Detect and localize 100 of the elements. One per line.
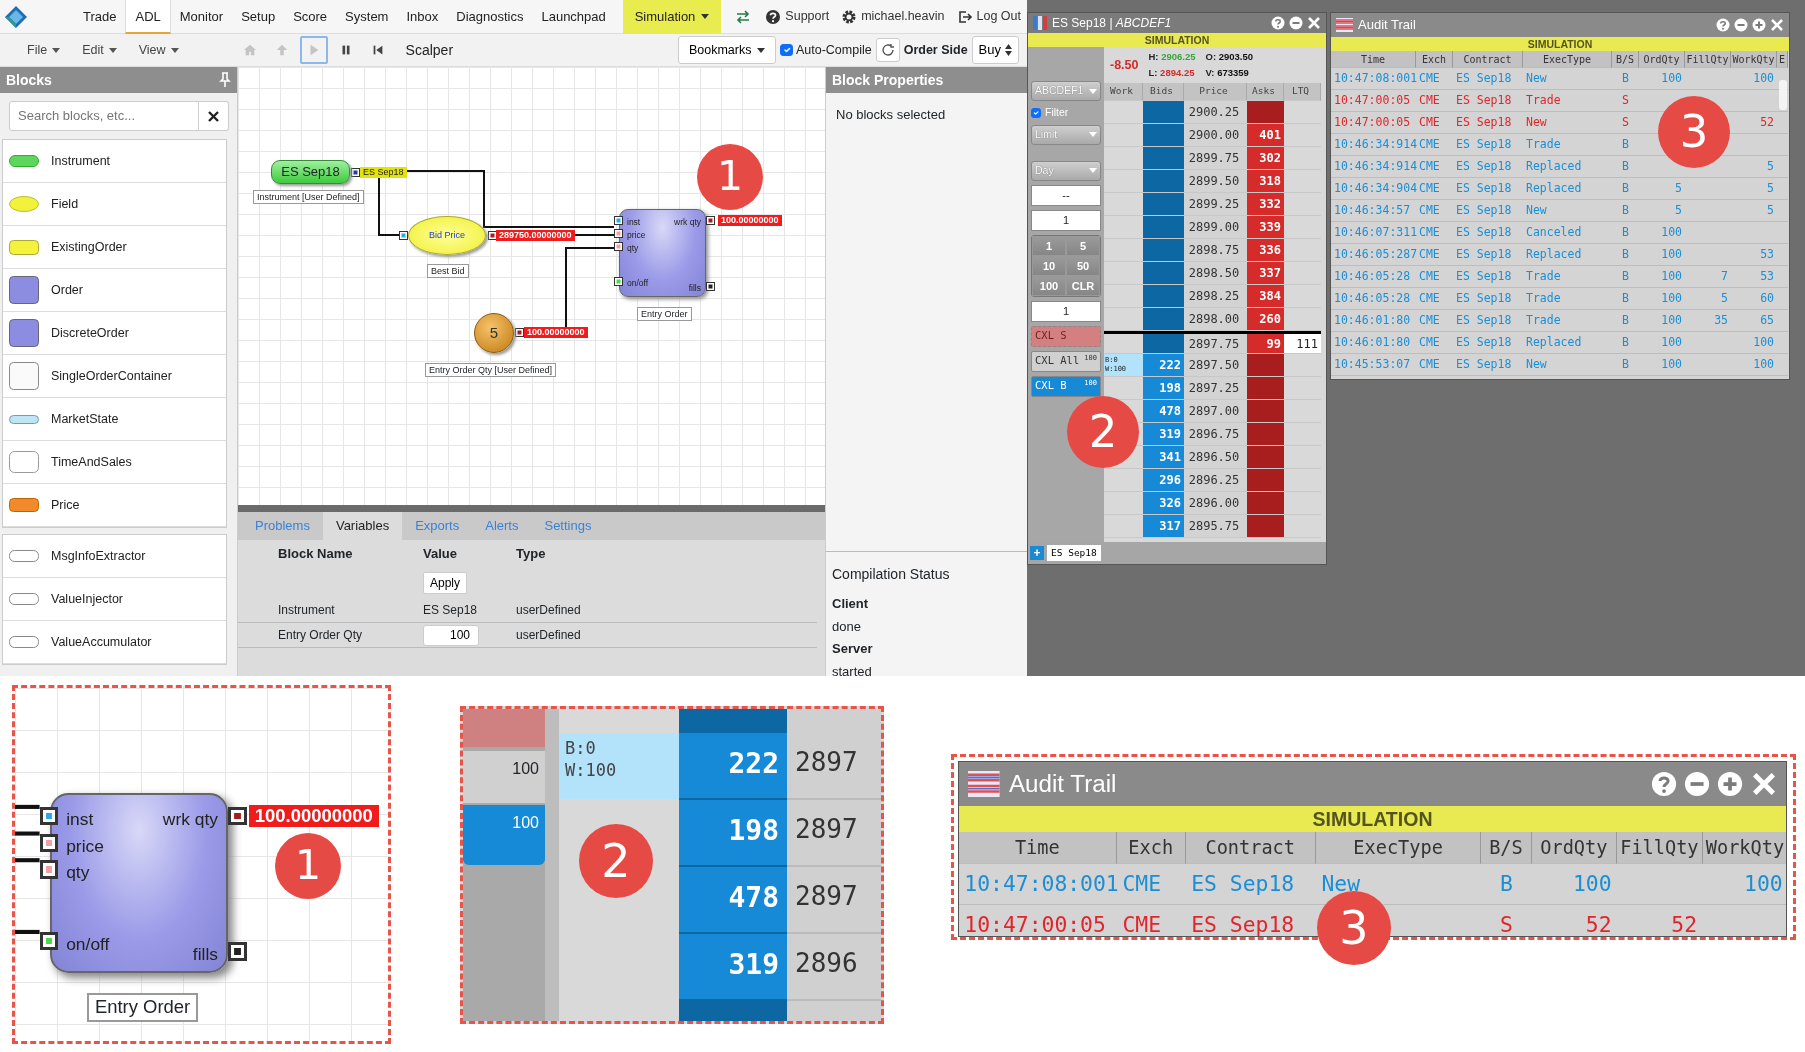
mode-banner: SIMULATION [958, 806, 1787, 833]
quantity-field[interactable]: 1 [1031, 209, 1101, 231]
order-side-select[interactable]: Buy [971, 36, 1019, 64]
panel-title: Blocks [6, 70, 52, 90]
ask-cell[interactable]: 336 [1247, 239, 1284, 262]
bid-cell[interactable]: 319 [1143, 423, 1184, 446]
menu-dropdown[interactable]: Edit [73, 38, 126, 62]
block-type-item[interactable]: MsgInfoExtractor [51, 546, 146, 566]
constant-block[interactable]: 5 [474, 313, 514, 353]
block-caption: Best Bid [427, 264, 469, 278]
block-type-item[interactable]: ValueAccumulator [51, 632, 152, 652]
block-type-item[interactable]: Order [51, 280, 83, 300]
bid-cell[interactable]: 317 [1143, 515, 1184, 538]
table-cell-text: ES Sep18 [1456, 245, 1512, 263]
bid-cell[interactable]: 478 [1143, 400, 1184, 423]
block-type-item[interactable]: Price [51, 495, 80, 515]
header-link[interactable]: michael.heavin [835, 7, 951, 26]
mode-banner: SIMULATION [1331, 37, 1789, 51]
callout-badge: 3 [1317, 891, 1391, 965]
menu-item[interactable]: ADL [125, 0, 171, 34]
price-field[interactable]: -- [1031, 184, 1101, 206]
order-block[interactable]: inst price qty on/off wrk qty fills [619, 209, 706, 297]
quantity-field[interactable]: 1 [1031, 300, 1101, 322]
value-field[interactable]: 100 [423, 624, 479, 646]
column-header: Work [1104, 83, 1143, 101]
menu-dropdown[interactable]: File [18, 38, 70, 62]
instrument-tab[interactable]: ES Sep18 [1047, 544, 1101, 562]
header-link[interactable]: Support [759, 7, 836, 26]
menu-item[interactable]: Launchpad [532, 0, 615, 34]
value-tag: 289750.00000000 [496, 230, 575, 241]
header-link[interactable]: Log Out [950, 7, 1027, 26]
table-cell-text: CME [1419, 157, 1440, 175]
menu-item[interactable]: System [336, 0, 398, 34]
block-type-item[interactable]: MarketState [51, 409, 119, 429]
table-cell-text: userDefined [516, 627, 581, 644]
add-tab-button[interactable]: + [1030, 546, 1044, 560]
table-cell-text: 52 [1760, 113, 1774, 131]
menu-item[interactable]: Inbox [397, 0, 448, 34]
table-cell-text: 52 [1671, 910, 1698, 937]
instrument-block[interactable]: ES Sep18 [271, 160, 350, 184]
menu-item[interactable]: Diagnostics [447, 0, 533, 34]
bid-cell[interactable]: 296 [1143, 469, 1184, 492]
block-caption: Entry Order [86, 993, 199, 1023]
panel-tab[interactable]: Variables [322, 512, 403, 540]
price-cell: 2897 [795, 814, 858, 844]
table-cell-text: 100 [1661, 223, 1682, 241]
ask-cell[interactable]: 337 [1247, 262, 1284, 285]
apply-button[interactable]: Apply [423, 572, 468, 594]
port-label: fills [688, 283, 701, 293]
table-cell-text: CME [1419, 223, 1440, 241]
menu-item[interactable]: Score [284, 0, 337, 34]
price-cell: 2898.75 [1184, 239, 1247, 262]
table-cell-text: B [1622, 69, 1629, 87]
table-cell-text: 10:46:05:287 [1334, 245, 1418, 263]
table-cell-text: ES Sep18 [1191, 869, 1295, 898]
bid-cell[interactable]: 341 [1143, 446, 1184, 469]
menu-item[interactable]: Trade [74, 0, 126, 34]
block-type-item[interactable]: TimeAndSales [51, 452, 132, 472]
ask-cell[interactable]: 99 [1247, 331, 1284, 354]
work-cell[interactable]: B:0 W:100 [559, 733, 679, 799]
mode-dropdown[interactable]: Simulation [622, 0, 722, 34]
menu-dropdown[interactable]: View [129, 38, 188, 62]
cancel-button[interactable]: 100 [463, 751, 545, 803]
ask-cell[interactable]: 384 [1247, 285, 1284, 308]
ask-cell[interactable]: 339 [1247, 216, 1284, 239]
cancel-button[interactable]: CXL All $^{100}$ [1031, 350, 1101, 372]
table-cell-text: ES Sep18 [1456, 69, 1512, 87]
port-label: qty [66, 862, 90, 883]
count-label: 100 [512, 814, 539, 831]
price-cell: 2898.25 [1184, 285, 1247, 308]
field-block[interactable]: Bid Price [408, 216, 486, 255]
block-type-item[interactable]: ValueInjector [51, 589, 124, 609]
ask-cell[interactable]: 332 [1247, 193, 1284, 216]
value-tag: 100.00000000 [524, 327, 588, 338]
bookmarks-dropdown[interactable]: Bookmarks [677, 35, 777, 65]
bid-cell[interactable]: 326 [1143, 492, 1184, 515]
cancel-button[interactable]: 100 [463, 805, 545, 865]
table-cell-text: CME [1419, 289, 1440, 307]
ask-cell[interactable]: 260 [1247, 308, 1284, 331]
table-cell-text: 10:46:01:80 [1334, 311, 1411, 329]
block-type-item[interactable]: DiscreteOrder [51, 323, 129, 343]
column-header: B/S [1612, 51, 1639, 68]
search-field[interactable]: Search blocks, etc... [9, 101, 199, 131]
ask-cell[interactable]: 401 [1247, 124, 1284, 147]
menu-item[interactable]: Monitor [170, 0, 233, 34]
block-type-item[interactable]: SingleOrderContainer [51, 366, 172, 386]
block-type-item[interactable]: Instrument [51, 151, 111, 171]
bid-cell[interactable]: 198 [1143, 377, 1184, 400]
ask-cell[interactable]: 302 [1247, 147, 1284, 170]
block-type-item[interactable]: ExistingOrder [51, 237, 127, 257]
table-cell-text: ES Sep18 [1191, 910, 1295, 937]
block-type-item[interactable]: Field [51, 194, 79, 214]
order-block[interactable]: inst price qty on/off wrk qty fills [49, 792, 229, 973]
table-cell-text: ES Sep18 [1456, 135, 1512, 153]
table-cell-text: CME [1419, 245, 1440, 263]
price-cell: 2898.00 [1184, 308, 1247, 331]
block-caption: Instrument [User Defined] [253, 190, 364, 204]
bid-cell[interactable]: 222 [1143, 354, 1184, 377]
menu-item[interactable]: Setup [232, 0, 285, 34]
ask-cell[interactable]: 318 [1247, 170, 1284, 193]
